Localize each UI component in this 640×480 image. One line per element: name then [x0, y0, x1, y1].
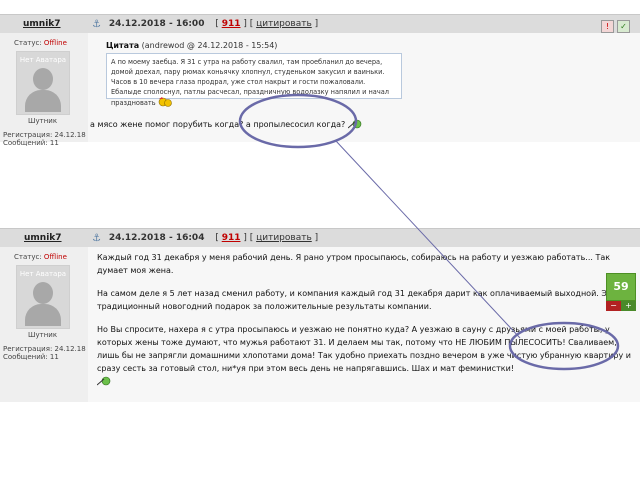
user-sidebar: Статус: Offline Нет Аватара Шутник Регис… [0, 33, 88, 147]
quote-block: Цитата (andrewod @ 24.12.2018 - 15:54) А… [106, 41, 402, 107]
avatar-head [33, 68, 53, 90]
vote-down-button[interactable]: − [606, 301, 621, 311]
user-rank: Шутник [28, 117, 58, 125]
post-text: Каждый год 31 декабря у меня рабочий ден… [97, 251, 631, 388]
post-body: Цитата (andrewod @ 24.12.2018 - 15:54) А… [88, 33, 640, 142]
avatar: Нет Аватара [16, 51, 70, 115]
username-link[interactable]: umnik7 [23, 15, 83, 33]
post-date: 24.12.2018 - 16:04 [108, 233, 205, 243]
anchor-icon[interactable]: ⚓ [92, 20, 102, 30]
post-number-link[interactable]: 911 [222, 233, 241, 243]
avatar-body [25, 90, 61, 112]
anchor-icon[interactable]: ⚓ [92, 234, 102, 244]
user-stats: Регистрация: 24.12.18 Сообщений: 11 [3, 345, 86, 361]
party-smiley-icon [158, 97, 172, 107]
registration-date: Регистрация: 24.12.18 [3, 131, 86, 139]
status-offline: Offline [43, 253, 67, 261]
message-count: Сообщений: 11 [3, 139, 59, 147]
cleaning-smiley-icon [97, 376, 111, 386]
message-count: Сообщений: 11 [3, 353, 59, 361]
approve-icon[interactable]: ✓ [617, 20, 630, 33]
user-status: Статус: Offline [14, 39, 67, 47]
paragraph: Каждый год 31 декабря у меня рабочий ден… [97, 253, 611, 275]
report-icon[interactable]: ! [601, 20, 614, 33]
quote-link[interactable]: цитировать [256, 233, 312, 243]
post-date: 24.12.2018 - 16:00 [108, 19, 205, 29]
avatar-body [25, 304, 61, 326]
vote-up-button[interactable]: + [621, 301, 636, 311]
rating-score: 59 [606, 273, 636, 301]
cleaning-smiley-icon [347, 119, 362, 129]
status-offline: Offline [43, 39, 67, 47]
user-sidebar: Статус: Offline Нет Аватара Шутник Регис… [0, 247, 88, 402]
quote-author: (andrewod @ 24.12.2018 - 15:54) [141, 41, 278, 50]
post-meta: ⚓ 24.12.2018 - 16:00 [ 911 ] [ цитироват… [92, 19, 319, 30]
user-rank: Шутник [28, 331, 58, 339]
paragraph: Но Вы спросите, нахера я с утра просыпаю… [97, 325, 631, 373]
quote-text: А по моему заебца. Я 31 с утра на работу… [106, 53, 402, 107]
post-header: umnik7 ⚓ 24.12.2018 - 16:00 [ 911 ] [ ци… [0, 14, 640, 34]
username-link[interactable]: umnik7 [24, 229, 84, 247]
paragraph: На самом деле я 5 лет назад сменил работ… [97, 289, 617, 311]
forum-post-2: umnik7 ⚓ 24.12.2018 - 16:04 [ 911 ] [ ци… [0, 228, 640, 402]
registration-date: Регистрация: 24.12.18 [3, 345, 86, 353]
no-avatar-label: Нет Аватара [19, 270, 67, 278]
forum-post-1: umnik7 ⚓ 24.12.2018 - 16:00 [ 911 ] [ ци… [0, 14, 640, 147]
user-status: Статус: Offline [14, 253, 67, 261]
no-avatar-label: Нет Аватара [19, 56, 67, 64]
post-body: Каждый год 31 декабря у меня рабочий ден… [88, 247, 640, 402]
rating-votes: − + [606, 301, 636, 311]
avatar: Нет Аватара [16, 265, 70, 329]
post-meta: ⚓ 24.12.2018 - 16:04 [ 911 ] [ цитироват… [92, 233, 319, 244]
post-number-link[interactable]: 911 [222, 19, 241, 29]
post-text: а мясо жене помог порубить когда? а проп… [90, 119, 362, 129]
quote-link[interactable]: цитировать [256, 19, 312, 29]
user-stats: Регистрация: 24.12.18 Сообщений: 11 [3, 131, 86, 147]
quote-title: Цитата (andrewod @ 24.12.2018 - 15:54) [106, 41, 278, 50]
avatar-head [33, 282, 53, 304]
post-header: umnik7 ⚓ 24.12.2018 - 16:04 [ 911 ] [ ци… [0, 228, 640, 248]
post-rating: 59 − + [606, 273, 636, 311]
